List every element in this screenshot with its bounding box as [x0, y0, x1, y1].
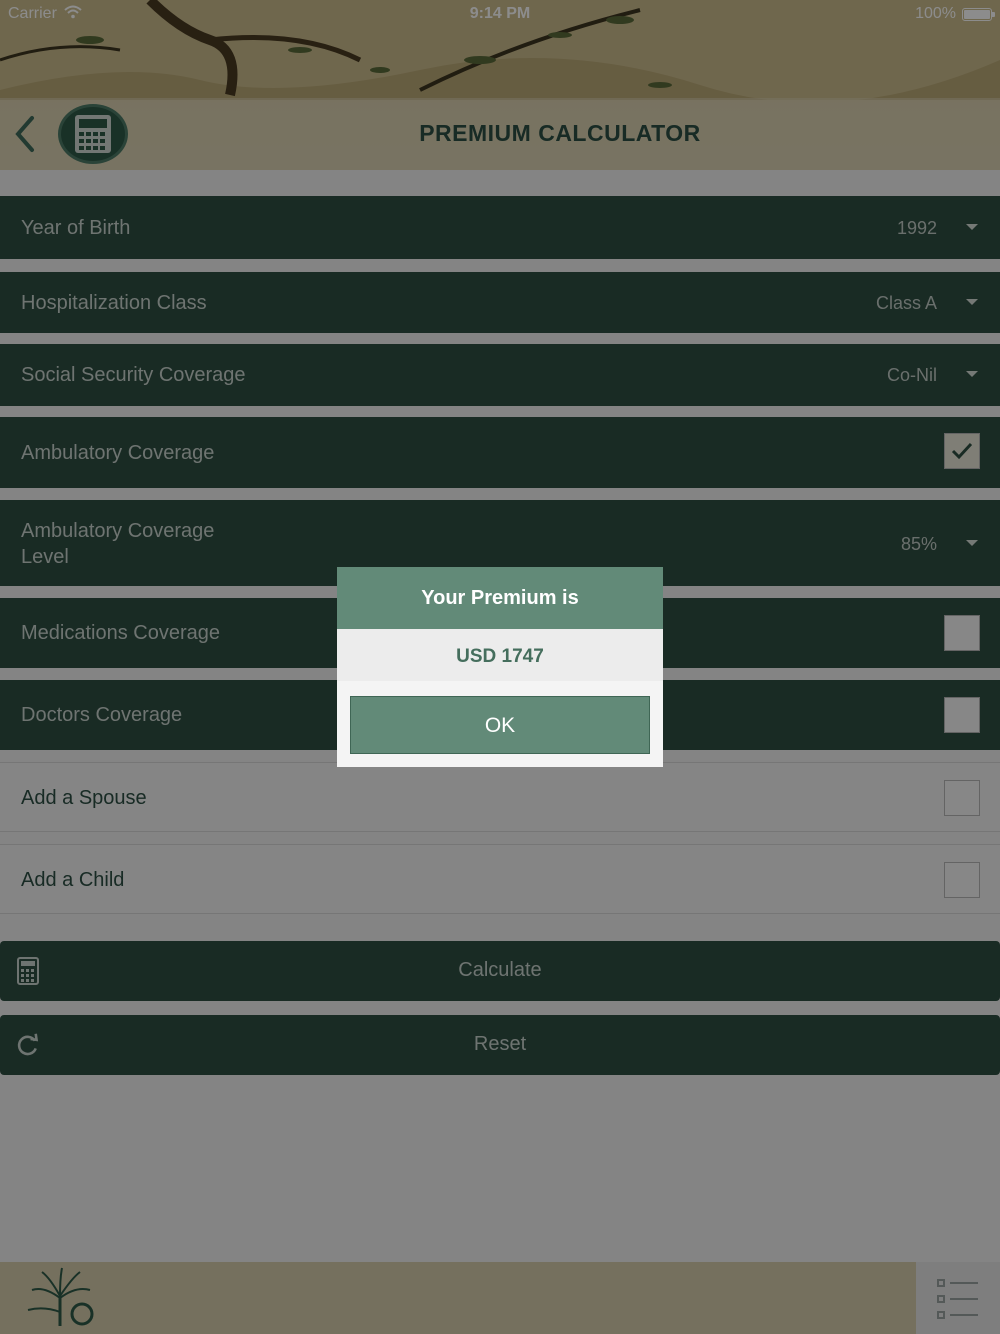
premium-result-dialog: Your Premium is USD 1747 OK	[337, 567, 663, 767]
ok-button[interactable]: OK	[350, 696, 650, 754]
app-screen: Carrier 9:14 PM 100% PREMIUM CALCULATOR …	[0, 0, 1000, 1334]
dialog-title: Your Premium is	[337, 567, 663, 629]
premium-amount: USD 1747	[337, 629, 663, 681]
